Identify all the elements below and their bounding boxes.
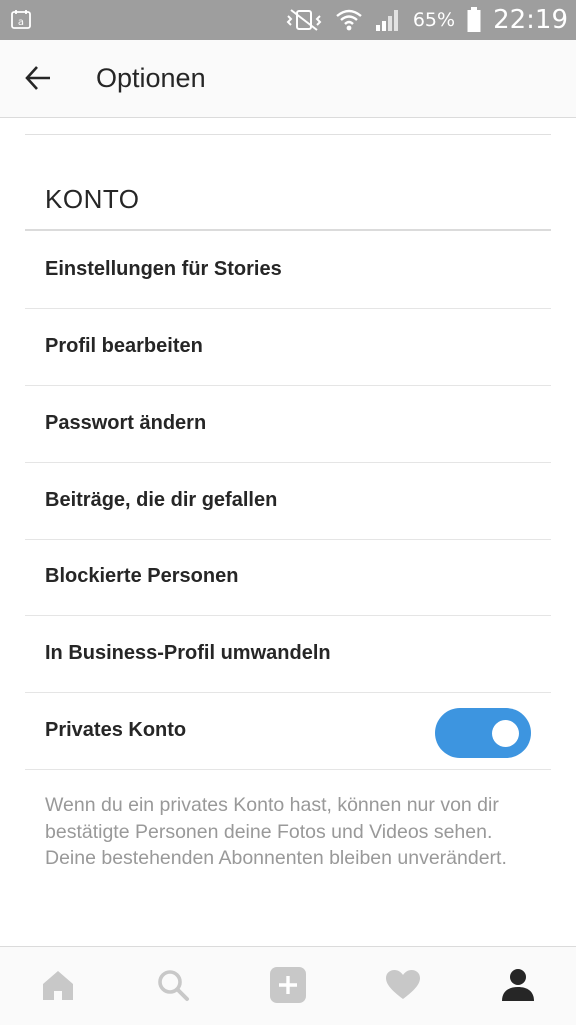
menu-item-label: Beiträge, die dir gefallen: [45, 489, 278, 511]
battery-icon: [467, 7, 481, 32]
menu-item-edit-profile[interactable]: Profil bearbeiten: [25, 308, 551, 386]
wifi-icon: [336, 9, 362, 31]
private-account-label: Privates Konto: [45, 719, 187, 741]
bottom-navigation: [0, 946, 576, 1025]
toggle-knob: [492, 720, 519, 747]
menu-item-liked-posts[interactable]: Beiträge, die dir gefallen: [25, 462, 551, 540]
settings-list: KONTO Einstellungen für Stories Profil b…: [0, 118, 576, 946]
calendar-notification-icon: a: [11, 10, 31, 29]
vibrate-mute-icon: [286, 9, 322, 31]
status-bar: a 65% 22:19: [0, 0, 576, 40]
menu-item-label: Einstellungen für Stories: [45, 258, 282, 280]
search-icon: [158, 970, 189, 1001]
arrow-left-icon: [25, 66, 50, 90]
signal-icon: [375, 10, 398, 31]
menu-item-label: Profil bearbeiten: [45, 335, 203, 357]
menu-item-blocked-users[interactable]: Blockierte Personen: [25, 538, 551, 616]
menu-item-label: Blockierte Personen: [45, 565, 239, 587]
battery-percent: 65%: [412, 9, 456, 31]
menu-item-story-settings[interactable]: Einstellungen für Stories: [25, 231, 551, 309]
nav-add-post-button[interactable]: [268, 965, 308, 1005]
back-button[interactable]: [18, 58, 58, 98]
activity-heart-icon: [386, 970, 420, 999]
private-account-toggle[interactable]: [435, 708, 531, 758]
home-icon: [43, 971, 73, 1000]
private-account-description: Wenn du ein privates Konto hast, können …: [45, 794, 507, 869]
nav-search-button[interactable]: [153, 965, 193, 1005]
profile-icon: [502, 969, 534, 1001]
menu-item-label: Passwort ändern: [45, 412, 207, 434]
menu-item-label: In Business-Profil umwandeln: [45, 642, 331, 664]
divider: [25, 134, 551, 135]
section-heading-konto: KONTO: [45, 184, 140, 214]
private-account-row: Privates Konto: [25, 692, 551, 770]
nav-activity-button[interactable]: [383, 965, 423, 1005]
menu-item-business-profile[interactable]: In Business-Profil umwandeln: [25, 615, 551, 693]
app-header: Optionen: [0, 40, 576, 118]
add-post-icon: [270, 967, 306, 1003]
page-title: Optionen: [96, 63, 206, 93]
clock: 22:19: [493, 5, 568, 35]
nav-profile-button[interactable]: [498, 965, 538, 1005]
menu-item-change-password[interactable]: Passwort ändern: [25, 385, 551, 463]
svg-text:a: a: [18, 17, 24, 28]
nav-home-button[interactable]: [38, 965, 78, 1005]
